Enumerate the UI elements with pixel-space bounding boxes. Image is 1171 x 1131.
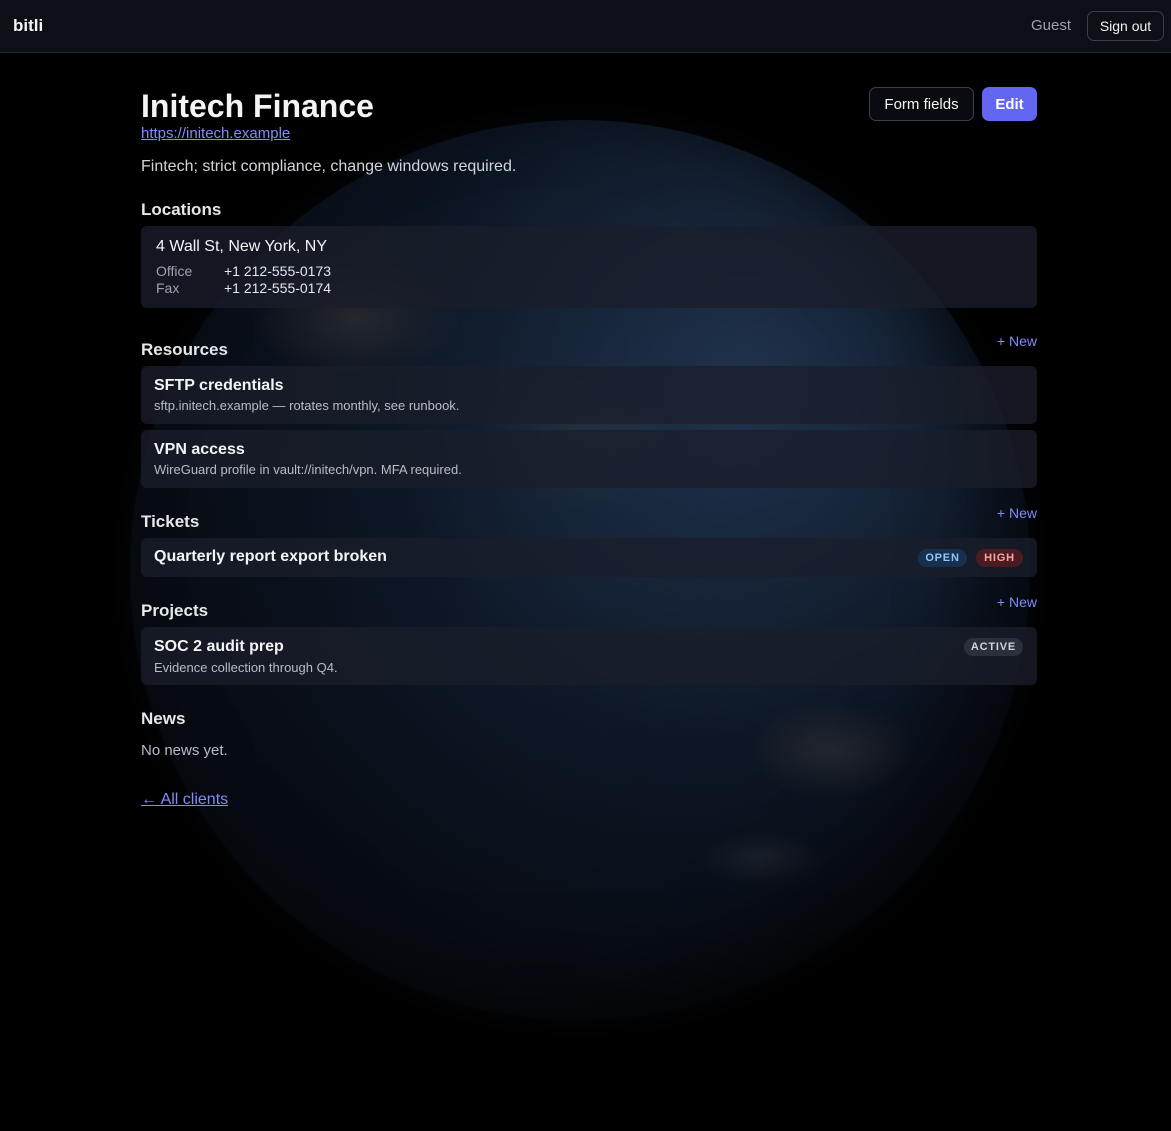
resource-subtitle: WireGuard profile in vault://initech/vpn… <box>154 462 462 477</box>
project-title: SOC 2 audit prep <box>154 638 284 655</box>
news-empty-state: No news yet. <box>141 742 228 759</box>
resource-card[interactable]: VPN access WireGuard profile in vault://… <box>141 430 1037 488</box>
ticket-card[interactable]: Quarterly report export broken OPEN HIGH <box>141 538 1037 577</box>
new-resource-link[interactable]: + New <box>997 333 1037 349</box>
resources-heading: Resources <box>141 340 228 359</box>
edit-button[interactable]: Edit <box>982 87 1037 121</box>
project-subtitle: Evidence collection through Q4. <box>154 660 338 675</box>
current-user-label: Guest <box>1030 17 1071 34</box>
tickets-heading: Tickets <box>141 512 200 531</box>
resource-card[interactable]: SFTP credentials sftp.initech.example — … <box>141 366 1037 424</box>
location-phone-row: Office +1 212-555-0173 <box>156 263 331 279</box>
locations-heading: Locations <box>141 200 222 219</box>
form-fields-button[interactable]: Form fields <box>869 87 974 121</box>
all-clients-link[interactable]: ← All clients <box>141 791 228 809</box>
ticket-status-badge: OPEN <box>918 549 967 567</box>
phone-value: +1 212-555-0174 <box>224 280 332 296</box>
location-address: 4 Wall St, New York, NY <box>156 238 328 255</box>
news-heading: News <box>141 709 186 728</box>
brand-logo-link[interactable]: bitli <box>13 16 43 36</box>
sign-out-button[interactable]: Sign out <box>1087 11 1164 41</box>
page-title: Initech Finance <box>141 88 374 124</box>
ticket-title: Quarterly report export broken <box>154 548 387 565</box>
new-ticket-link[interactable]: + New <box>997 505 1037 521</box>
client-website-link[interactable]: https://initech.example <box>141 125 290 142</box>
phone-label: Office <box>156 263 193 279</box>
location-card: 4 Wall St, New York, NY Office +1 212-555… <box>141 226 1037 308</box>
phone-label: Fax <box>156 280 180 296</box>
project-status-badge: ACTIVE <box>964 638 1023 656</box>
projects-heading: Projects <box>141 601 209 620</box>
phone-value: +1 212-555-0173 <box>224 263 332 279</box>
client-description: Fintech; strict compliance, change windo… <box>141 158 517 175</box>
top-navbar: bitli Guest Sign out <box>0 0 1171 53</box>
resource-subtitle: sftp.initech.example — rotates monthly, … <box>154 398 460 413</box>
new-project-link[interactable]: + New <box>997 594 1037 610</box>
project-card[interactable]: SOC 2 audit prep Evidence collection thr… <box>141 627 1037 685</box>
resource-title: SFTP credentials <box>154 377 284 394</box>
ticket-priority-badge: HIGH <box>976 549 1023 567</box>
location-phone-row: Fax +1 212-555-0174 <box>156 280 331 296</box>
resource-title: VPN access <box>154 441 245 458</box>
